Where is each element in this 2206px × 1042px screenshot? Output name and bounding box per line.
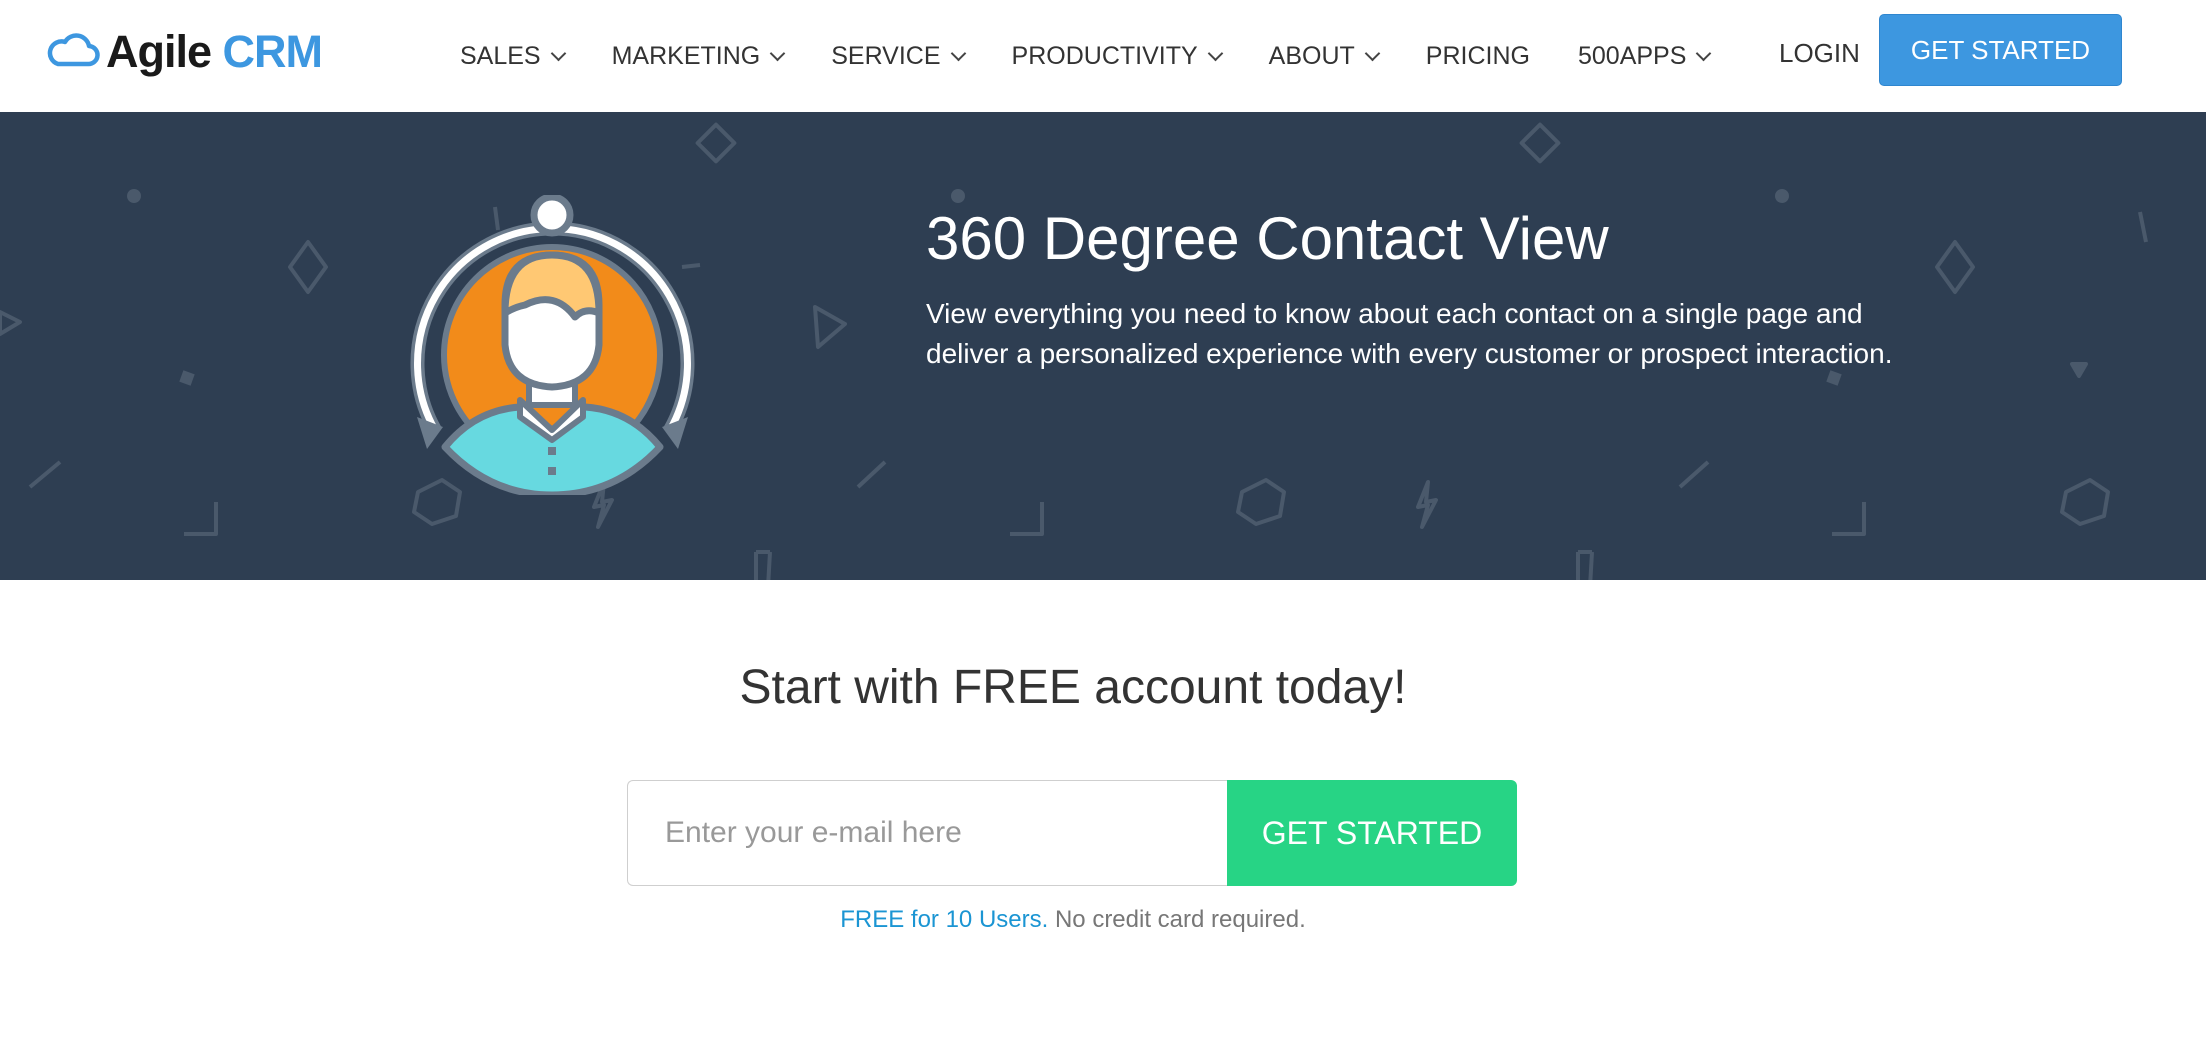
top-navbar: Agile CRM SALES MARKETING SERVICE PRODUC… (0, 0, 2206, 112)
logo-text-agile: Agile (106, 25, 212, 77)
nav-item-label: PRODUCTIVITY (1011, 41, 1198, 70)
hero-banner: 360 Degree Contact View View everything … (0, 112, 2206, 580)
nav-item-label: ABOUT (1268, 41, 1355, 70)
nav-item-label: MARKETING (611, 41, 761, 70)
hero-title: 360 Degree Contact View (926, 205, 1609, 272)
signup-note: FREE for 10 Users. No credit card requir… (0, 906, 2146, 934)
chevron-down-icon (769, 45, 786, 61)
chevron-down-icon (950, 45, 966, 61)
nav-item-pricing[interactable]: PRICING (1426, 42, 1530, 71)
chevron-down-icon (1696, 45, 1712, 61)
chevron-down-icon (550, 45, 566, 61)
no-credit-card-text: No credit card required. (1048, 906, 1306, 933)
nav-item-service[interactable]: SERVICE (831, 41, 966, 71)
contact-avatar-icon (410, 195, 695, 495)
nav-item-label: SALES (460, 41, 541, 70)
cloud-logo-icon (47, 33, 100, 67)
nav-item-sales[interactable]: SALES (460, 41, 566, 71)
free-users-link[interactable]: FREE for 10 Users. (840, 906, 1048, 933)
chevron-down-icon (1207, 45, 1223, 61)
nav-item-about[interactable]: ABOUT (1268, 41, 1381, 71)
nav-item-label: 500APPS (1577, 41, 1687, 70)
main-nav: SALES MARKETING SERVICE PRODUCTIVITY ABO… (460, 0, 1757, 112)
logo-text-crm: CRM (222, 25, 323, 77)
get-started-signup-button[interactable]: GET STARTED (1227, 780, 1517, 886)
signup-heading: Start with FREE account today! (739, 661, 1407, 714)
email-field[interactable] (627, 780, 1228, 886)
get-started-nav-button[interactable]: GET STARTED (1879, 14, 2122, 86)
login-link[interactable]: LOGIN (1779, 38, 1860, 69)
hero-description: View everything you need to know about e… (926, 298, 1893, 369)
nav-item-500apps[interactable]: 500APPS (1577, 41, 1712, 71)
agile-crm-logo[interactable]: Agile CRM (46, 25, 323, 77)
nav-item-productivity[interactable]: PRODUCTIVITY (1011, 41, 1223, 71)
nav-item-label: SERVICE (831, 41, 941, 70)
nav-item-label: PRICING (1425, 41, 1530, 70)
chevron-down-icon (1364, 45, 1381, 61)
nav-item-marketing[interactable]: MARKETING (611, 41, 786, 71)
